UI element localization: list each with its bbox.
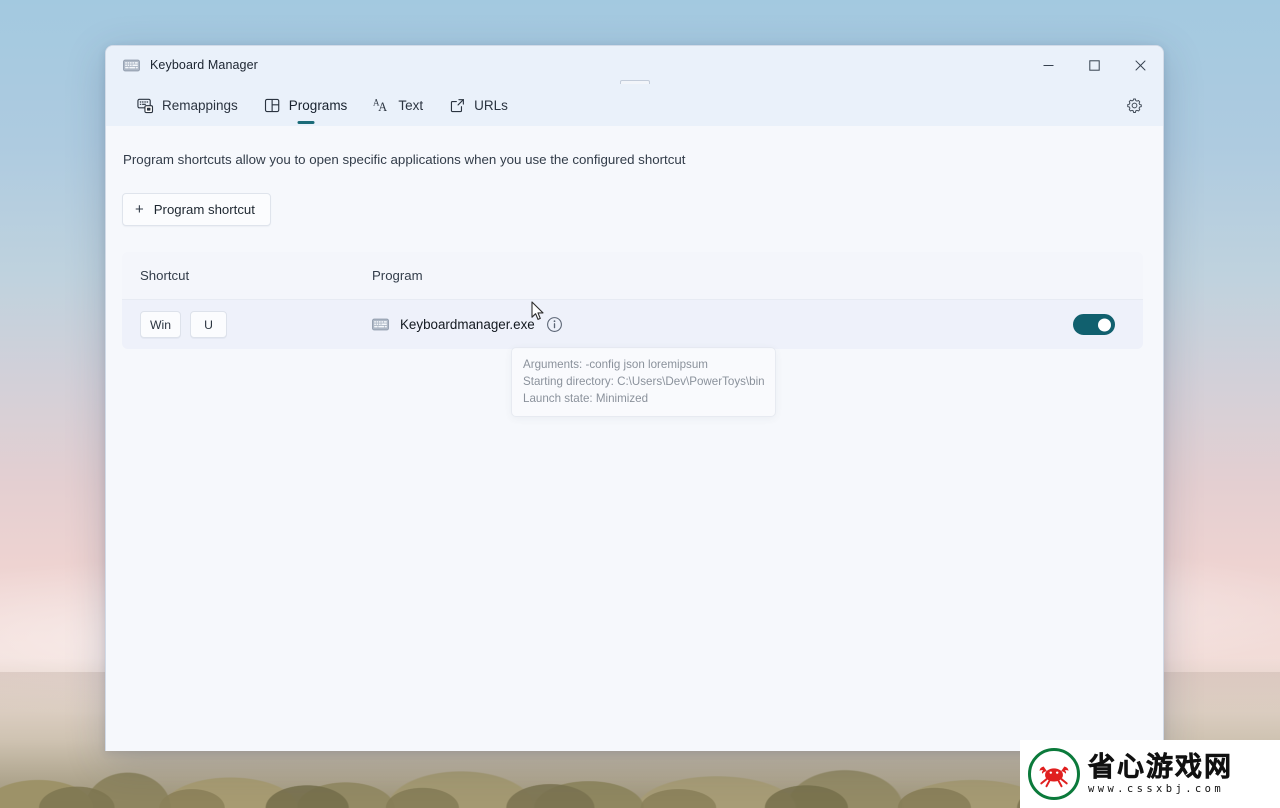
column-header-shortcut: Shortcut: [140, 268, 190, 283]
tooltip-arguments: Arguments: -config json loremipsum: [523, 358, 708, 371]
tab-label: Text: [398, 97, 424, 113]
table-row[interactable]: Win U Keyboardmanager.exe: [122, 300, 1143, 349]
key-chip[interactable]: Win: [140, 311, 181, 338]
watermark-url: www.cssxbj.com: [1088, 782, 1225, 795]
shortcut-keys: Win U: [140, 311, 372, 338]
main-content: Program shortcuts allow you to open spec…: [106, 126, 1163, 418]
watermark-text-block: 省心游戏网 www.cssxbj.com: [1088, 751, 1233, 795]
tooltip-starting-directory: Starting directory: C:\Users\Dev\PowerTo…: [523, 375, 765, 389]
text-aa-icon: A A: [373, 97, 390, 114]
remappings-icon: [137, 97, 154, 114]
program-name: Keyboardmanager.exe: [400, 317, 535, 332]
svg-text:A: A: [379, 100, 388, 114]
keyboard-icon: [372, 318, 389, 331]
tab-label: URLs: [474, 97, 508, 113]
add-button-label: Program shortcut: [153, 202, 255, 217]
program-cell: Keyboardmanager.exe: [372, 316, 1073, 333]
table-header: Shortcut Program: [122, 252, 1143, 300]
program-details-tooltip: Arguments: -config json loremipsum Start…: [511, 347, 776, 418]
info-icon[interactable]: [546, 316, 563, 333]
shortcuts-table: Shortcut Program Win U Keyboardmanager.e…: [122, 252, 1143, 349]
crab-logo-icon: [1028, 748, 1080, 800]
toggle-knob: [1098, 318, 1111, 331]
keyboard-manager-window: Keyboard Manager Remappings Programs A A…: [105, 45, 1164, 751]
desktop-wallpaper: Keyboard Manager Remappings Programs A A…: [0, 0, 1280, 808]
tab-programs[interactable]: Programs: [251, 84, 361, 126]
keyboard-icon: [123, 59, 140, 72]
programs-grid-icon: [264, 97, 281, 114]
column-header-program: Program: [372, 268, 423, 283]
tooltip-launch-state: Launch state: Minimized: [523, 392, 649, 406]
app-title: Keyboard Manager: [150, 58, 258, 72]
site-watermark: 省心游戏网 www.cssxbj.com: [1020, 740, 1280, 808]
external-link-icon: [449, 97, 466, 114]
tab-remappings[interactable]: Remappings: [124, 84, 251, 126]
plus-icon: +: [135, 201, 144, 218]
watermark-site-name: 省心游戏网: [1088, 751, 1233, 783]
key-chip[interactable]: U: [190, 311, 227, 338]
tab-urls[interactable]: URLs: [436, 84, 521, 126]
page-description: Program shortcuts allow you to open spec…: [123, 152, 686, 167]
tab-label: Programs: [288, 97, 348, 113]
titlebar-left: Keyboard Manager: [106, 58, 258, 72]
minimize-button[interactable]: [1025, 46, 1071, 84]
tab-bar: Remappings Programs A A Text URLs: [106, 84, 1163, 126]
enable-toggle[interactable]: [1073, 314, 1115, 335]
maximize-button[interactable]: [1071, 46, 1117, 84]
close-button[interactable]: [1117, 46, 1163, 84]
tab-text[interactable]: A A Text: [360, 84, 436, 126]
gear-icon[interactable]: [1119, 91, 1149, 119]
window-titlebar[interactable]: Keyboard Manager: [106, 46, 1163, 95]
tab-label: Remappings: [162, 97, 238, 113]
window-controls: [1025, 46, 1163, 84]
add-program-shortcut-button[interactable]: + Program shortcut: [122, 193, 271, 226]
